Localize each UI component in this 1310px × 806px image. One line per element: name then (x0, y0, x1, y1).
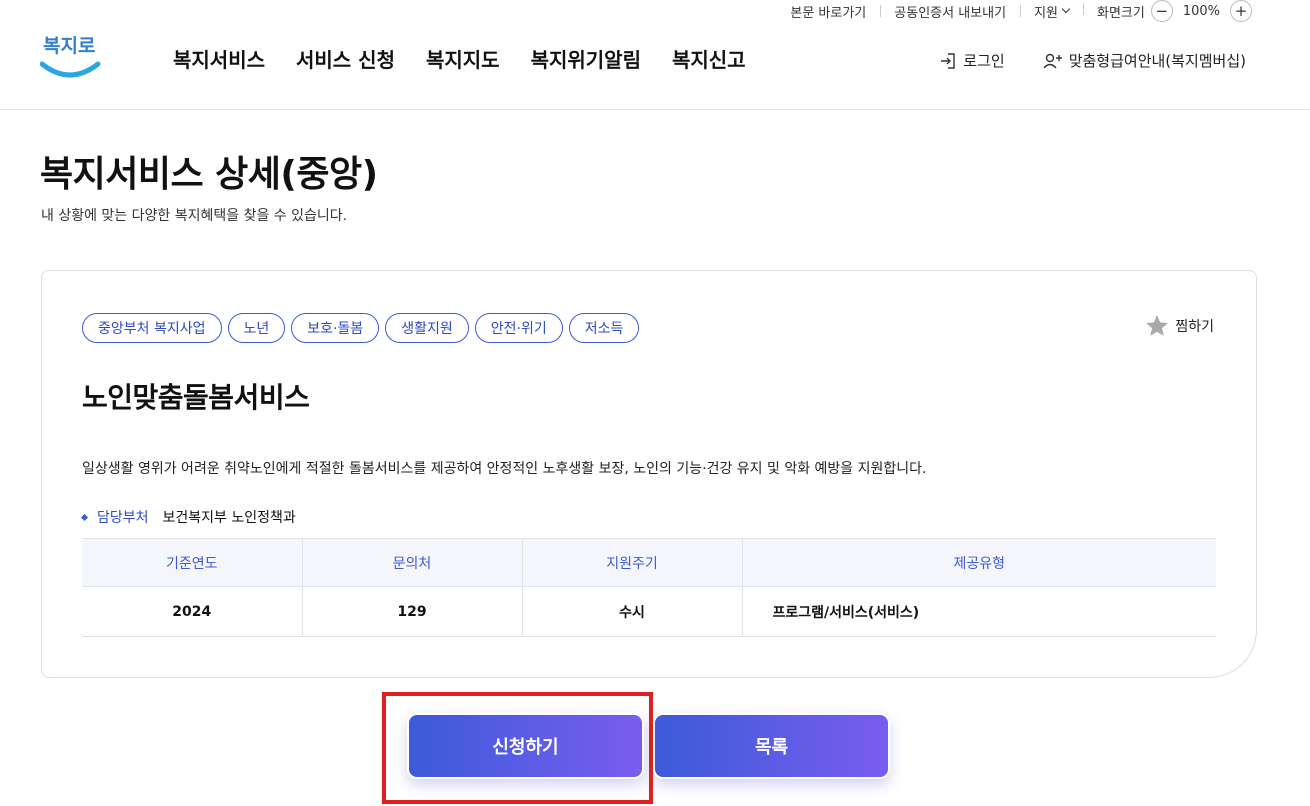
service-title: 노인맞춤돌봄서비스 (82, 381, 310, 414)
main-nav: 복지서비스 서비스 신청 복지지도 복지위기알림 복지신고 (173, 44, 746, 73)
header-divider (0, 109, 1310, 110)
chevron-down-icon (1061, 4, 1071, 14)
table-cell: 프로그램/서비스(서비스) (742, 586, 1216, 637)
utility-bar: 본문 바로가기 공동인증서 내보내기 지원 화면크기 − 100% + (776, 0, 1258, 22)
table-header-cell: 제공유형 (742, 538, 1216, 587)
screen-size-label: 화면크기 (1096, 5, 1145, 21)
zoom-in-button[interactable]: + (1230, 0, 1252, 22)
membership-label: 맞춤형급여안내(복지멤버십) (1068, 52, 1246, 70)
screen-size-control: 화면크기 − 100% + (1082, 0, 1258, 22)
diamond-bullet-icon (80, 513, 89, 521)
support-label: 지원 (1034, 5, 1058, 21)
table-cell: 2024 (82, 586, 303, 637)
login-icon (941, 52, 955, 69)
logo-text: 복지로 (43, 35, 95, 57)
login-link[interactable]: 로그인 (939, 50, 1005, 71)
tag-item: 노년 (227, 313, 286, 343)
tag-list: 중앙부처 복지사업 노년 보호·돌봄 생활지원 안전·위기 저소득 (82, 313, 640, 343)
highlight-box (382, 692, 653, 804)
table-cell: 129 (302, 586, 523, 637)
logo-mark-icon: 복지로 (39, 35, 101, 78)
tag-item: 중앙부처 복지사업 (82, 313, 222, 343)
service-description: 일상생활 영위가 어려운 취약노인에게 적절한 돌봄서비스를 제공하여 안정적인… (82, 461, 927, 477)
table-header-cell: 기준연도 (82, 538, 303, 587)
page-title: 복지서비스 상세(중앙) (40, 154, 378, 195)
nav-item-welfare-service[interactable]: 복지서비스 (173, 44, 265, 73)
star-icon (1146, 315, 1169, 336)
skip-to-content-link[interactable]: 본문 바로가기 (776, 2, 880, 21)
login-label: 로그인 (963, 52, 1005, 70)
table-cell: 수시 (522, 586, 743, 637)
nav-item-crisis-alert[interactable]: 복지위기알림 (531, 44, 641, 73)
service-detail-card: 중앙부처 복지사업 노년 보호·돌봄 생활지원 안전·위기 저소득 찜하기 노인… (41, 270, 1257, 678)
bokjiro-logo[interactable]: 복지로 (39, 30, 102, 82)
tag-item: 저소득 (568, 313, 640, 343)
tag-item: 보호·돌봄 (291, 313, 380, 343)
favorite-button[interactable]: 찜하기 (1144, 313, 1214, 339)
user-add-icon (1043, 53, 1062, 68)
table-header-cell: 지원주기 (522, 538, 743, 587)
department-info: 담당부처 보건복지부 노인정책과 (80, 507, 296, 527)
nav-item-welfare-map[interactable]: 복지지도 (426, 44, 500, 73)
table-row: 2024 129 수시 프로그램/서비스(서비스) (82, 586, 1216, 637)
page-subtitle: 내 상황에 맞는 다양한 복지혜택을 찾을 수 있습니다. (41, 208, 348, 224)
list-button[interactable]: 목록 (653, 713, 890, 779)
service-info-table: 기준연도 문의처 지원주기 제공유형 2024 129 수시 프로그램/서비스(… (82, 538, 1216, 637)
table-header-cell: 문의처 (302, 538, 523, 587)
zoom-out-button[interactable]: − (1150, 0, 1173, 22)
cert-export-link[interactable]: 공동인증서 내보내기 (880, 2, 1020, 21)
zoom-value: 100% (1182, 3, 1220, 19)
favorite-label: 찜하기 (1175, 319, 1214, 335)
department-value: 보건복지부 노인정책과 (162, 510, 296, 526)
table-header-row: 기준연도 문의처 지원주기 제공유형 (82, 538, 1216, 587)
tag-item: 생활지원 (385, 313, 469, 343)
nav-item-welfare-report[interactable]: 복지신고 (672, 44, 746, 73)
header-actions: 로그인 맞춤형급여안내(복지멤버십) (939, 50, 1246, 71)
department-label: 담당부처 (97, 510, 149, 526)
membership-link[interactable]: 맞춤형급여안내(복지멤버십) (1043, 50, 1246, 71)
nav-item-service-apply[interactable]: 서비스 신청 (296, 44, 395, 73)
support-dropdown[interactable]: 지원 (1020, 2, 1083, 21)
tag-item: 안전·위기 (474, 313, 563, 343)
